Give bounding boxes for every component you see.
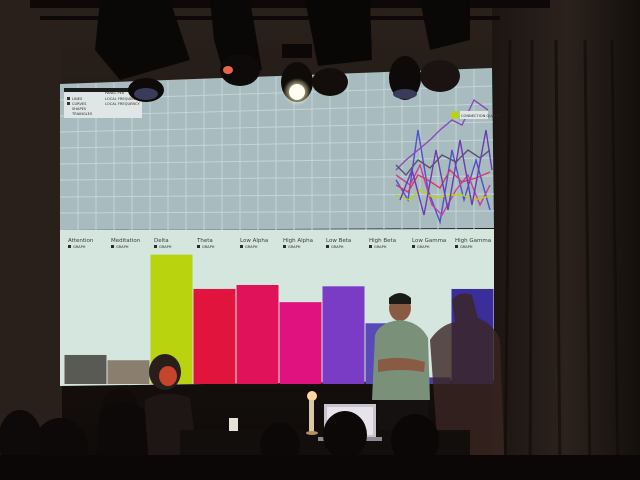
band-graph-checkbox[interactable]	[455, 245, 458, 248]
band-graph-checkbox[interactable]	[154, 245, 157, 248]
band-bar-high-alpha	[279, 302, 322, 384]
band-label: Low Beta	[326, 238, 351, 244]
band-graph-checkbox[interactable]	[68, 245, 71, 248]
band-graph-label: GRAPH	[159, 245, 172, 249]
band-graph-label: GRAPH	[417, 245, 430, 249]
band-graph-checkbox[interactable]	[111, 245, 114, 248]
legend-item: LINES	[72, 97, 83, 101]
audience-head	[323, 411, 367, 459]
legend-side-item: LOCAL FREQUENCY	[105, 102, 141, 106]
band-bar-meditation	[107, 360, 150, 384]
paper-cup	[229, 418, 238, 431]
scene: LINES CURVES SHAPES TRIANGLES PANEL PER …	[0, 0, 640, 480]
band-label: Low Alpha	[240, 238, 268, 244]
legend-item: TRIANGLES	[71, 112, 93, 116]
band-graph-label: GRAPH	[116, 245, 129, 249]
band-bar-low-alpha	[236, 285, 279, 384]
band-graph-checkbox[interactable]	[283, 245, 286, 248]
band-bar-theta	[193, 288, 236, 384]
band-graph-checkbox[interactable]	[369, 245, 372, 248]
band-bar-attention	[64, 354, 107, 384]
left-wall	[0, 0, 62, 480]
band-graph-checkbox[interactable]	[326, 245, 329, 248]
band-label: Attention	[68, 238, 94, 244]
band-graph-label: GRAPH	[374, 245, 387, 249]
legend-item: SHAPES	[72, 107, 87, 111]
band-bar-low-beta	[322, 286, 365, 384]
band-graph-checkbox[interactable]	[240, 245, 243, 248]
band-graph-checkbox[interactable]	[412, 245, 415, 248]
band-label: Delta	[154, 238, 169, 244]
band-graph-label: GRAPH	[202, 245, 215, 249]
connection-quality-label: CONNECTION QUALITY	[461, 114, 503, 118]
legend-swatch	[67, 102, 70, 105]
band-label: Theta	[196, 238, 213, 244]
band-graph-checkbox[interactable]	[197, 245, 200, 248]
band-label: High Alpha	[283, 238, 313, 244]
band-graph-label: GRAPH	[460, 245, 473, 249]
band-label: Low Gamma	[412, 238, 446, 244]
legend-side-item: PANEL PER	[105, 91, 125, 95]
band-graph-label: GRAPH	[288, 245, 301, 249]
band-graph-label: GRAPH	[73, 245, 86, 249]
band-graph-label: GRAPH	[331, 245, 344, 249]
legend-swatch	[67, 97, 70, 100]
band-label: High Gamma	[455, 238, 491, 244]
band-graph-label: GRAPH	[245, 245, 258, 249]
connection-dot-icon	[451, 111, 459, 119]
legend-item: CURVES	[72, 102, 87, 106]
band-label: High Beta	[369, 238, 396, 244]
band-label: Meditation	[111, 238, 141, 244]
